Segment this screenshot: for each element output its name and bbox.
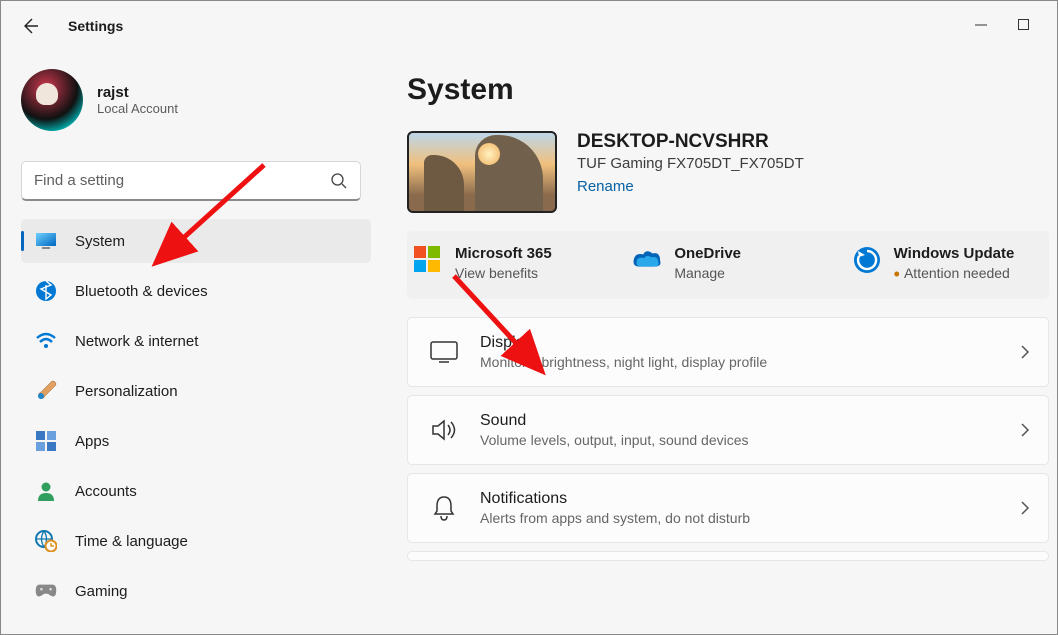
- bell-icon: [430, 495, 458, 521]
- sidebar: rajst Local Account System Bluetooth: [1, 49, 371, 634]
- list-item-desc: Alerts from apps and system, do not dist…: [480, 510, 998, 526]
- card-title: Microsoft 365: [455, 245, 552, 262]
- search-input[interactable]: [34, 172, 330, 189]
- list-item-display[interactable]: Display Monitors, brightness, night ligh…: [407, 317, 1049, 387]
- search-icon: [330, 172, 348, 190]
- card-onedrive[interactable]: OneDrive Manage: [632, 245, 811, 281]
- sidebar-item-network[interactable]: Network & internet: [21, 319, 371, 363]
- sidebar-item-gaming[interactable]: Gaming: [21, 569, 371, 613]
- sidebar-item-label: Personalization: [75, 383, 178, 400]
- nav-list: System Bluetooth & devices Network & int…: [21, 219, 371, 618]
- chevron-right-icon: [1020, 500, 1030, 516]
- bluetooth-icon: [35, 280, 57, 302]
- list-item-notifications[interactable]: Notifications Alerts from apps and syste…: [407, 473, 1049, 543]
- card-subtitle: View benefits: [455, 265, 552, 281]
- card-windows-update[interactable]: Windows Update •Attention needed: [852, 245, 1031, 281]
- card-title: Windows Update: [894, 245, 1015, 262]
- sidebar-item-personalization[interactable]: Personalization: [21, 369, 371, 413]
- device-model: TUF Gaming FX705DT_FX705DT: [577, 155, 804, 172]
- avatar: [21, 69, 83, 131]
- maximize-button[interactable]: [1017, 18, 1031, 32]
- app-title: Settings: [68, 18, 123, 34]
- list-item-sound[interactable]: Sound Volume levels, output, input, soun…: [407, 395, 1049, 465]
- main-content: System DESKTOP-NCVSHRR TUF Gaming FX705D…: [371, 49, 1057, 634]
- page-title: System: [407, 73, 1055, 107]
- card-title: OneDrive: [674, 245, 741, 262]
- sidebar-item-label: Bluetooth & devices: [75, 283, 208, 300]
- device-thumbnail: [407, 131, 557, 213]
- card-microsoft-365[interactable]: Microsoft 365 View benefits: [413, 245, 592, 281]
- list-item-title: Notifications: [480, 490, 998, 508]
- title-bar: [1, 1, 1057, 49]
- device-name: DESKTOP-NCVSHRR: [577, 131, 804, 153]
- brush-icon: [35, 380, 57, 402]
- sidebar-item-label: Apps: [75, 433, 109, 450]
- status-cards: Microsoft 365 View benefits OneDrive Man…: [407, 231, 1049, 299]
- gamepad-icon: [35, 580, 57, 602]
- profile-account-type: Local Account: [97, 101, 178, 116]
- sidebar-item-label: Time & language: [75, 533, 188, 550]
- sidebar-item-label: Network & internet: [75, 333, 198, 350]
- sound-icon: [430, 417, 458, 443]
- sidebar-item-label: System: [75, 233, 125, 250]
- update-icon: [852, 245, 882, 275]
- chevron-right-icon: [1020, 422, 1030, 438]
- chevron-right-icon: [1020, 344, 1030, 360]
- globe-clock-icon: [35, 530, 57, 552]
- minimize-button[interactable]: [975, 18, 989, 32]
- list-item-partial[interactable]: [407, 551, 1049, 561]
- cloud-icon: [632, 245, 662, 275]
- sidebar-item-bluetooth[interactable]: Bluetooth & devices: [21, 269, 371, 313]
- sidebar-item-system[interactable]: System: [21, 219, 371, 263]
- list-item-title: Display: [480, 334, 998, 352]
- person-icon: [35, 480, 57, 502]
- search-box[interactable]: [21, 161, 361, 201]
- wifi-icon: [35, 330, 57, 352]
- rename-link[interactable]: Rename: [577, 178, 634, 195]
- list-item-title: Sound: [480, 412, 998, 430]
- back-button[interactable]: [20, 16, 40, 36]
- sidebar-item-time-language[interactable]: Time & language: [21, 519, 371, 563]
- card-subtitle: •Attention needed: [894, 265, 1015, 281]
- settings-list: Display Monitors, brightness, night ligh…: [407, 317, 1049, 561]
- card-subtitle: Manage: [674, 265, 741, 281]
- device-info: DESKTOP-NCVSHRR TUF Gaming FX705DT_FX705…: [407, 131, 1055, 213]
- profile-username: rajst: [97, 84, 178, 101]
- list-item-desc: Monitors, brightness, night light, displ…: [480, 354, 998, 370]
- monitor-icon: [35, 230, 57, 252]
- sidebar-item-accounts[interactable]: Accounts: [21, 469, 371, 513]
- profile-block[interactable]: rajst Local Account: [21, 69, 371, 131]
- apps-icon: [35, 430, 57, 452]
- sidebar-item-label: Gaming: [75, 583, 128, 600]
- sidebar-item-apps[interactable]: Apps: [21, 419, 371, 463]
- sidebar-item-label: Accounts: [75, 483, 137, 500]
- display-icon: [430, 339, 458, 365]
- list-item-desc: Volume levels, output, input, sound devi…: [480, 432, 998, 448]
- microsoft-icon: [413, 245, 443, 275]
